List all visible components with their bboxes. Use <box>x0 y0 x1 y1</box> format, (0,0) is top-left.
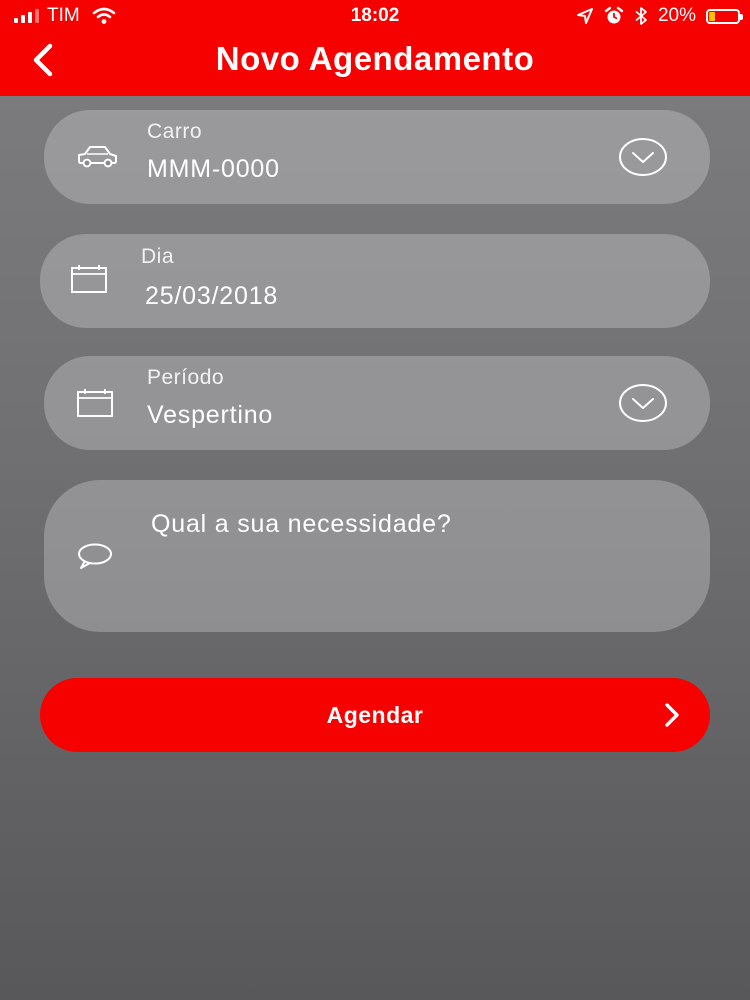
location-arrow-icon <box>576 8 593 24</box>
page-title: Novo Agendamento <box>215 40 535 77</box>
period-label: Período <box>147 366 225 389</box>
car-value: MMM-0000 <box>147 155 280 183</box>
chevron-down-icon[interactable] <box>618 137 668 177</box>
schedule-button[interactable]: Agendar <box>40 678 710 752</box>
battery-level-fill <box>709 11 715 21</box>
car-select-field[interactable]: Carro MMM-0000 <box>44 110 710 204</box>
need-placeholder: Qual a sua necessidade? <box>151 510 452 538</box>
status-bar: TIM 18:02 20% <box>0 0 750 32</box>
alarm-clock-icon <box>604 6 624 24</box>
chevron-down-icon[interactable] <box>618 383 668 423</box>
battery-icon <box>706 8 743 24</box>
schedule-button-label: Agendar <box>326 702 424 728</box>
calendar-icon <box>71 265 107 293</box>
status-right: 20% <box>576 5 743 27</box>
chevron-right-icon <box>665 703 679 727</box>
period-select-field[interactable]: Período Vespertino <box>44 356 710 450</box>
date-value: 25/03/2018 <box>145 282 279 310</box>
bluetooth-icon <box>635 7 647 25</box>
car-label: Carro <box>147 120 203 143</box>
date-field[interactable]: Dia 25/03/2018 <box>40 234 710 328</box>
calendar-icon <box>77 389 113 417</box>
date-label: Dia <box>141 245 175 268</box>
speech-bubble-icon <box>78 543 112 569</box>
app-header: TIM 18:02 20% Novo Agendamento <box>0 0 750 96</box>
car-icon <box>78 146 117 168</box>
period-value: Vespertino <box>147 401 274 429</box>
battery-percent: 20% <box>657 5 696 26</box>
need-textarea[interactable]: Qual a sua necessidade? <box>44 480 710 632</box>
